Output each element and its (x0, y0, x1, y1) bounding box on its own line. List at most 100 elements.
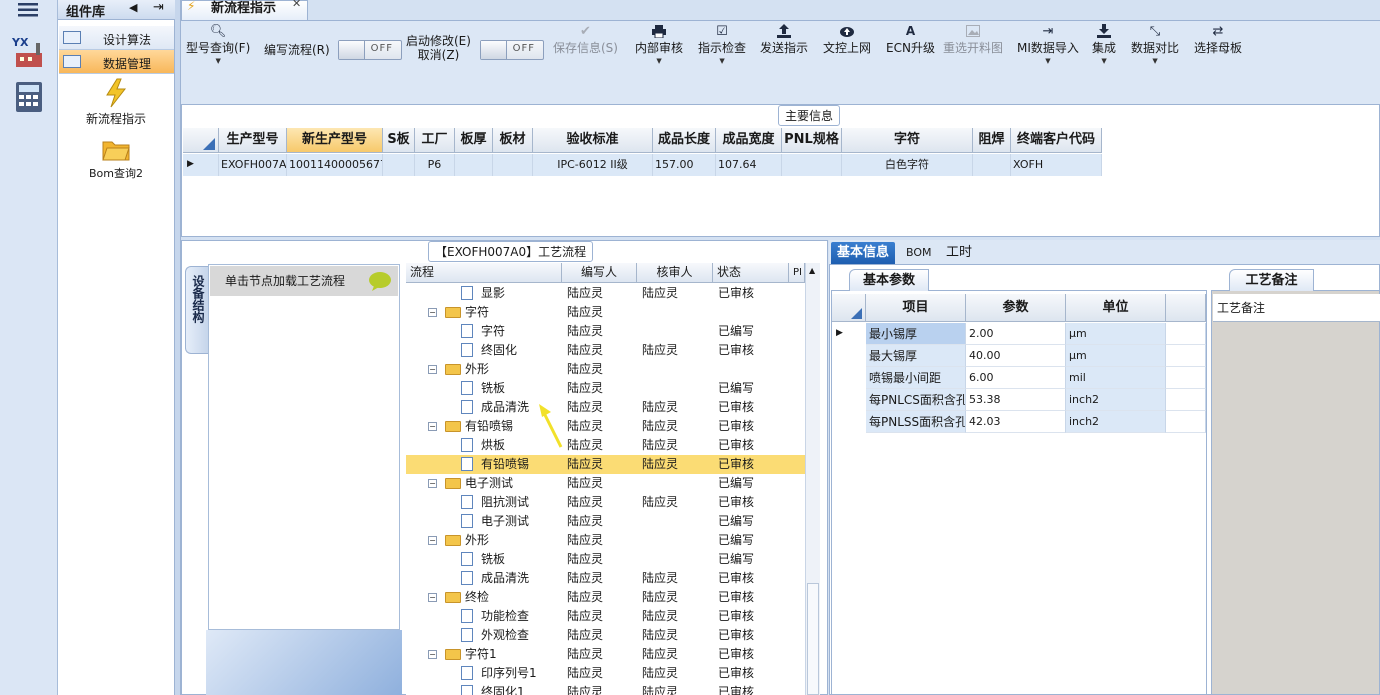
main-grid-header[interactable]: 阻焊 (973, 128, 1011, 153)
menu-icon[interactable] (14, 0, 42, 20)
main-grid-cell[interactable]: XOFH (1011, 154, 1102, 176)
param-item[interactable]: 喷锡最小间距 (866, 367, 966, 389)
tree-scrollbar[interactable]: ▲ (805, 263, 820, 695)
param-value[interactable]: 6.00 (966, 367, 1066, 389)
main-grid-header[interactable]: 成品长度 (653, 128, 716, 153)
save-info-button[interactable]: ✔ 保存信息(S) (553, 23, 618, 56)
tree-row[interactable]: 终固化1 陆应灵 陆应灵 已审核 (406, 683, 805, 695)
main-grid-header[interactable]: 终端客户代码 (1011, 128, 1102, 153)
main-grid-cell[interactable]: 10011400005677 (287, 154, 383, 176)
param-item[interactable]: 每PNLSS面积含孔 (866, 411, 966, 433)
param-unit[interactable]: mil (1066, 367, 1166, 389)
tree-row[interactable]: 印序列号1 陆应灵 陆应灵 已审核 (406, 664, 805, 683)
param-value[interactable]: 53.38 (966, 389, 1066, 411)
model-query-button[interactable]: 🔍︎ 型号查询(F) ▼ (186, 23, 250, 66)
param-value[interactable]: 40.00 (966, 345, 1066, 367)
main-grid-header[interactable]: 成品宽度 (716, 128, 782, 153)
write-process-toggle[interactable]: OFF (338, 40, 402, 60)
main-grid-cell[interactable]: EXOFH007A0 (219, 154, 287, 176)
param-item[interactable]: 最大锡厚 (866, 345, 966, 367)
main-grid-cell[interactable]: 157.00 (653, 154, 716, 176)
tree-row[interactable]: 铣板 陆应灵 已编写 (406, 379, 805, 398)
tab-bom[interactable]: BOM (900, 242, 938, 264)
main-grid-header[interactable]: 板材 (493, 128, 533, 153)
collapse-toggle-icon[interactable]: − (428, 650, 437, 659)
mi-data-import-button[interactable]: ⇥ MI数据导入 ▼ (1017, 23, 1079, 66)
factory-app-icon[interactable]: YX (10, 33, 48, 69)
main-grid-cell[interactable] (973, 154, 1011, 176)
calculator-app-icon[interactable] (10, 80, 48, 116)
main-grid-cell[interactable] (782, 154, 842, 176)
tree-row[interactable]: 成品清洗 陆应灵 陆应灵 已审核 (406, 569, 805, 588)
main-grid-cell[interactable] (493, 154, 533, 176)
column-header-writer[interactable]: 编写人 (562, 263, 637, 283)
document-tab[interactable]: ⚡ 新流程指示 ✕ (181, 0, 308, 20)
param-value[interactable]: 2.00 (966, 323, 1066, 345)
main-grid-cell[interactable]: 107.64 (716, 154, 782, 176)
tree-row[interactable]: − 电子测试 陆应灵 已编写 (406, 474, 805, 493)
data-compare-button[interactable]: ⤡ 数据对比 ▼ (1131, 23, 1179, 66)
main-grid-cell[interactable]: IPC-6012 II级 (533, 154, 653, 176)
select-mother-board-button[interactable]: ⇄ 选择母板 (1194, 23, 1242, 56)
tree-row[interactable]: − 字符 陆应灵 (406, 303, 805, 322)
column-header-reviewer[interactable]: 核审人 (637, 263, 713, 283)
main-grid-cell[interactable]: P6 (415, 154, 455, 176)
tree-row[interactable]: 终固化 陆应灵 陆应灵 已审核 (406, 341, 805, 360)
start-edit-toggle[interactable]: OFF (480, 40, 544, 60)
pin-icon[interactable]: ⇥ (153, 0, 164, 15)
main-grid-cell[interactable]: 白色字符 (842, 154, 973, 176)
collapse-toggle-icon[interactable]: − (428, 308, 437, 317)
tree-row[interactable]: − 字符1 陆应灵 陆应灵 已审核 (406, 645, 805, 664)
tree-row[interactable]: − 有铅喷锡 陆应灵 陆应灵 已审核 (406, 417, 805, 436)
main-grid-header[interactable]: 验收标准 (533, 128, 653, 153)
collapse-toggle-icon[interactable]: − (428, 422, 437, 431)
collapse-toggle-icon[interactable]: − (428, 593, 437, 602)
tree-row[interactable]: − 外形 陆应灵 (406, 360, 805, 379)
main-grid-cell[interactable] (383, 154, 415, 176)
param-item[interactable]: 每PNLCS面积含孔 (866, 389, 966, 411)
integration-button[interactable]: 集成 ▼ (1092, 23, 1116, 65)
tree-row[interactable]: − 外形 陆应灵 已编写 (406, 531, 805, 550)
param-unit[interactable]: inch2 (1066, 411, 1166, 433)
library-item-bom-query[interactable]: Bom查询2 (62, 165, 170, 181)
tree-row[interactable]: 字符 陆应灵 已编写 (406, 322, 805, 341)
tree-row[interactable]: 阻抗测试 陆应灵 陆应灵 已审核 (406, 493, 805, 512)
internal-review-button[interactable]: 内部审核 ▼ (635, 23, 683, 65)
params-header-item[interactable]: 项目 (866, 294, 966, 322)
scroll-thumb[interactable] (807, 583, 819, 695)
main-grid-header[interactable]: 板厚 (455, 128, 493, 153)
scroll-up-icon[interactable]: ▲ (809, 266, 815, 275)
send-instruction-button[interactable]: 发送指示 (760, 23, 808, 56)
main-grid-header[interactable]: S板 (383, 128, 415, 153)
process-tree[interactable]: 流程 编写人 核审人 状态 PI 显影 陆应灵 陆应灵 已审核 − 字符 陆应灵 字符 陆应灵已… (406, 263, 805, 695)
tree-row[interactable]: 电子测试 陆应灵 已编写 (406, 512, 805, 531)
param-unit[interactable]: inch2 (1066, 389, 1166, 411)
library-tab-data-management[interactable]: 数据管理 (59, 50, 174, 74)
side-tab-equipment-structure[interactable]: 设备结构 (185, 266, 209, 354)
reselect-cutting-chart-button[interactable]: 重选开料图 (943, 23, 1003, 56)
column-header-status[interactable]: 状态 (713, 263, 789, 283)
param-unit[interactable]: μm (1066, 323, 1166, 345)
tree-row[interactable]: 烘板 陆应灵 陆应灵 已审核 (406, 436, 805, 455)
main-grid-cell[interactable] (455, 154, 493, 176)
tab-work-hours[interactable]: 工时 (940, 242, 978, 264)
main-grid-header[interactable]: 工厂 (415, 128, 455, 153)
params-header-unit[interactable]: 单位 (1066, 294, 1166, 322)
instruction-check-button[interactable]: ☑ 指示检查 ▼ (698, 23, 746, 66)
ecn-upgrade-button[interactable]: A ECN升级 (886, 23, 935, 56)
main-grid-header[interactable]: 新生产型号 (287, 128, 383, 153)
param-unit[interactable]: μm (1066, 345, 1166, 367)
write-process-button[interactable]: 编写流程(R) (264, 41, 330, 58)
collapse-left-icon[interactable]: ◀ (129, 1, 137, 14)
tree-row[interactable]: 成品清洗 陆应灵 陆应灵 已审核 (406, 398, 805, 417)
main-grid-header[interactable]: 字符 (842, 128, 973, 153)
library-item-new-process[interactable]: 新流程指示 (62, 110, 170, 127)
tab-basic-info[interactable]: 基本信息 (831, 242, 896, 264)
close-icon[interactable]: ✕ (292, 0, 301, 10)
params-header-value[interactable]: 参数 (966, 294, 1066, 322)
main-grid-header[interactable]: 生产型号 (219, 128, 287, 153)
collapse-toggle-icon[interactable]: − (428, 365, 437, 374)
collapse-toggle-icon[interactable]: − (428, 479, 437, 488)
column-header-pi[interactable]: PI (789, 263, 805, 283)
tree-row[interactable]: − 终检 陆应灵 陆应灵 已审核 (406, 588, 805, 607)
